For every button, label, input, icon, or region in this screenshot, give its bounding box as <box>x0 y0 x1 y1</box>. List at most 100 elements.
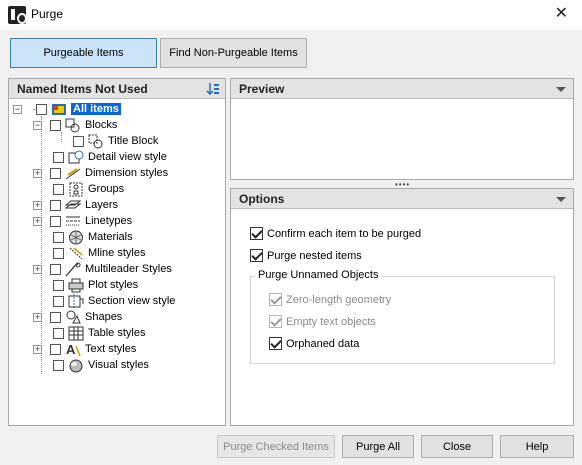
confirm-each-item-option[interactable]: Confirm each item to be purged <box>250 227 421 240</box>
tree-label-plot-styles: Plot styles <box>88 279 139 291</box>
purge-nested-items-option[interactable]: Purge nested items <box>250 249 362 262</box>
confirm-each-item-checkbox[interactable] <box>250 227 263 240</box>
tree-checkbox-text-styles[interactable] <box>50 343 61 355</box>
tree-item-blocks[interactable]: − Blocks <box>33 117 117 133</box>
tree-item-groups[interactable]: Groups <box>53 181 124 197</box>
tree-label-text-styles: Text styles <box>85 343 137 355</box>
shape-icon <box>65 310 81 325</box>
tree-item-materials[interactable]: Materials <box>53 229 133 245</box>
close-button[interactable]: Close <box>421 435 493 458</box>
preview-panel: Preview <box>230 78 574 180</box>
tree-checkbox-groups[interactable] <box>53 183 64 195</box>
tree-label-dimension-styles: Dimension styles <box>85 167 169 179</box>
zero-length-geometry-checkbox <box>269 293 282 306</box>
tree-checkbox-all-items[interactable] <box>36 103 47 115</box>
tree-checkbox-table-styles[interactable] <box>53 327 64 339</box>
tree-item-multileader-styles[interactable]: + Multileader Styles <box>33 261 172 277</box>
material-icon <box>68 230 84 245</box>
preview-title: Preview <box>239 82 285 96</box>
tree-item-mline-styles[interactable]: Mline styles <box>53 245 145 261</box>
tree-checkbox-mline-styles[interactable] <box>53 247 64 259</box>
tree-item-section-view-style[interactable]: Section view style <box>53 293 175 309</box>
close-window-button[interactable]: ✕ <box>555 3 568 23</box>
tree-label-all-items: All items <box>71 103 121 115</box>
layers-icon <box>64 198 82 213</box>
tree-label-mline-styles: Mline styles <box>88 247 146 259</box>
orphaned-data-checkbox[interactable] <box>269 337 282 350</box>
tree-checkbox-materials[interactable] <box>53 231 64 243</box>
linetype-icon <box>65 214 81 229</box>
tree-checkbox-plot-styles[interactable] <box>53 279 64 291</box>
tree-checkbox-visual-styles[interactable] <box>53 359 64 371</box>
options-header[interactable]: Options <box>231 189 573 209</box>
tree-checkbox-shapes[interactable] <box>50 311 61 323</box>
collapse-blocks-icon[interactable]: − <box>33 120 42 130</box>
expand-text-styles-icon[interactable]: + <box>33 344 42 354</box>
empty-text-objects-checkbox <box>269 315 282 328</box>
mline-icon <box>68 246 84 261</box>
tree-item-all-items[interactable]: − All items <box>13 101 121 117</box>
tree-label-groups: Groups <box>88 183 125 195</box>
tree-item-title-block[interactable]: Title Block <box>73 133 158 149</box>
tree-checkbox-detail-view-style[interactable] <box>53 151 64 163</box>
chevron-down-icon[interactable] <box>556 197 566 202</box>
purge-all-button[interactable]: Purge All <box>342 435 414 458</box>
tree-item-linetypes[interactable]: + Linetypes <box>33 213 132 229</box>
tree-checkbox-section-view-style[interactable] <box>53 295 64 307</box>
app-icon <box>8 6 27 24</box>
chevron-down-icon[interactable] <box>556 87 566 92</box>
collapse-all-items-icon[interactable]: − <box>13 104 22 114</box>
multileader-icon <box>65 262 81 277</box>
purge-nested-items-checkbox[interactable] <box>250 249 263 262</box>
block-icon <box>65 118 81 133</box>
tree-label-materials: Materials <box>88 231 133 243</box>
zero-length-geometry-option: Zero-length geometry <box>269 293 391 306</box>
group-icon <box>68 182 84 197</box>
orphaned-data-option[interactable]: Orphaned data <box>269 337 359 350</box>
tree-label-blocks: Blocks <box>85 119 118 131</box>
named-items-header: Named Items Not Used <box>9 79 225 99</box>
named-items-title: Named Items Not Used <box>17 82 148 96</box>
options-title: Options <box>239 192 285 206</box>
empty-text-objects-option: Empty text objects <box>269 315 376 328</box>
tree-label-table-styles: Table styles <box>88 327 146 339</box>
tree-label-multileader-styles: Multileader Styles <box>85 263 172 275</box>
tree-checkbox-blocks[interactable] <box>50 119 61 131</box>
tree-item-visual-styles[interactable]: Visual styles <box>53 357 149 373</box>
confirm-each-item-label: Confirm each item to be purged <box>267 227 422 240</box>
expand-dimension-styles-icon[interactable]: + <box>33 168 42 178</box>
expand-linetypes-icon[interactable]: + <box>33 216 42 226</box>
preview-header[interactable]: Preview <box>231 79 573 99</box>
purge-checked-items-button[interactable]: Purge Checked Items <box>217 435 335 458</box>
tree-checkbox-linetypes[interactable] <box>50 215 61 227</box>
tree-checkbox-dimension-styles[interactable] <box>50 167 61 179</box>
orphaned-data-label: Orphaned data <box>286 337 360 350</box>
expand-multileader-styles-icon[interactable]: + <box>33 264 42 274</box>
tree-item-layers[interactable]: + Layers <box>33 197 118 213</box>
tab-purgeable-items[interactable]: Purgeable Items <box>10 38 157 68</box>
tree-item-table-styles[interactable]: Table styles <box>53 325 145 341</box>
sort-icon[interactable] <box>206 82 220 96</box>
expand-shapes-icon[interactable]: + <box>33 312 42 322</box>
expand-layers-icon[interactable]: + <box>33 200 42 210</box>
tree-checkbox-multileader-styles[interactable] <box>50 263 61 275</box>
tree-label-layers: Layers <box>85 199 119 211</box>
tree-checkbox-title-block[interactable] <box>73 135 84 147</box>
text-icon: A <box>65 342 81 357</box>
tree-item-text-styles[interactable]: + A Text styles <box>33 341 136 357</box>
options-panel: Options Confirm each item to be purged P… <box>230 188 574 426</box>
help-button[interactable]: Help <box>500 435 574 458</box>
table-icon <box>68 326 84 341</box>
visual-style-icon <box>68 358 84 373</box>
tree-label-shapes: Shapes <box>85 311 123 323</box>
tree-item-dimension-styles[interactable]: + Dimension styles <box>33 165 168 181</box>
tab-find-non-purgeable-items[interactable]: Find Non-Purgeable Items <box>160 38 307 68</box>
zero-length-geometry-label: Zero-length geometry <box>286 293 392 306</box>
purge-nested-items-label: Purge nested items <box>267 249 362 262</box>
purge-unnamed-objects-title: Purge Unnamed Objects <box>255 269 382 281</box>
tree-item-detail-view-style[interactable]: Detail view style <box>53 149 167 165</box>
tree-item-plot-styles[interactable]: Plot styles <box>53 277 138 293</box>
dimension-icon <box>65 166 81 181</box>
tree-checkbox-layers[interactable] <box>50 199 61 211</box>
tree-item-shapes[interactable]: + Shapes <box>33 309 122 325</box>
